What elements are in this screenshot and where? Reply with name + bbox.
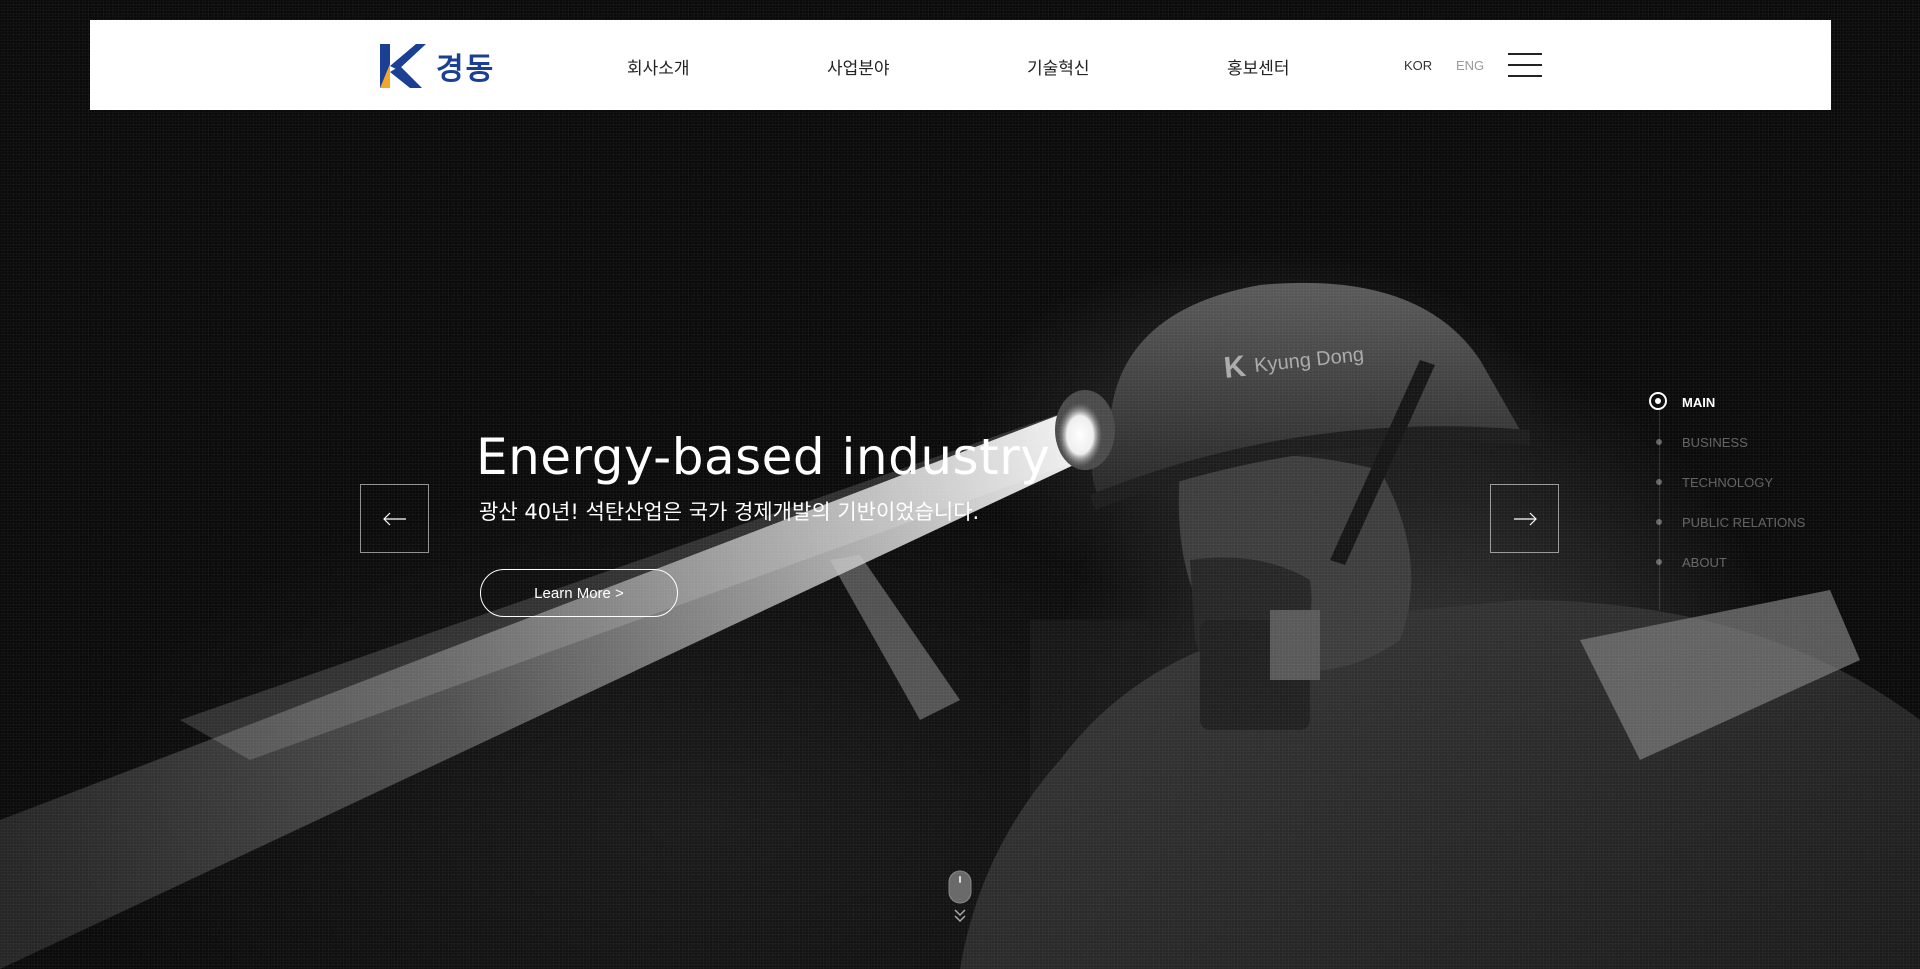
mouse-scroll-icon[interactable] bbox=[948, 870, 972, 926]
hero-subtitle: 광산 40년! 석탄산업은 국가 경제개발의 기반이었습니다. bbox=[479, 500, 980, 524]
svg-text:K: K bbox=[1222, 350, 1247, 385]
arrow-left-icon bbox=[382, 512, 406, 525]
pager-item-public-relations[interactable]: PUBLIC RELATIONS bbox=[1640, 510, 1805, 534]
pager-item-technology[interactable]: TECHNOLOGY bbox=[1640, 470, 1773, 494]
arrow-right-icon bbox=[1513, 512, 1537, 525]
pager-label: ABOUT bbox=[1682, 554, 1727, 570]
lang-eng-link[interactable]: ENG bbox=[1456, 58, 1484, 73]
nav-item-technology[interactable]: 기술혁신 bbox=[1027, 54, 1090, 79]
nav-item-business[interactable]: 사업분야 bbox=[827, 54, 890, 79]
pager-label: MAIN bbox=[1682, 394, 1716, 410]
dot-icon bbox=[1656, 519, 1662, 525]
dot-icon bbox=[1656, 479, 1662, 485]
pager-label: TECHNOLOGY bbox=[1682, 474, 1774, 490]
pager-item-business[interactable]: BUSINESS bbox=[1640, 430, 1748, 454]
dot-icon bbox=[1656, 439, 1662, 445]
active-dot-icon bbox=[1649, 392, 1667, 410]
hero-title: Energy-based industry bbox=[476, 428, 1051, 486]
dot-icon bbox=[1656, 559, 1662, 565]
pager-item-about[interactable]: ABOUT bbox=[1640, 550, 1727, 574]
lang-kor-link[interactable]: KOR bbox=[1404, 58, 1432, 73]
nav-item-pr-center[interactable]: 홍보센터 bbox=[1227, 54, 1290, 79]
pager-item-main[interactable]: MAIN bbox=[1640, 390, 1715, 414]
pager-label: BUSINESS bbox=[1682, 434, 1748, 450]
hamburger-icon[interactable] bbox=[1508, 53, 1542, 77]
slider-prev-button[interactable] bbox=[360, 484, 429, 553]
hero-section: Kyung Dong K 경동 회사소개 사업분야 기술혁신 홍보센터 KOR … bbox=[0, 0, 1920, 969]
site-header: 경동 회사소개 사업분야 기술혁신 홍보센터 KOR ENG bbox=[90, 20, 1831, 110]
slider-next-button[interactable] bbox=[1490, 484, 1559, 553]
main-nav: 회사소개 사업분야 기술혁신 홍보센터 bbox=[90, 20, 1831, 110]
nav-item-company[interactable]: 회사소개 bbox=[627, 54, 690, 79]
learn-more-button[interactable]: Learn More > bbox=[480, 569, 678, 617]
pager-label: PUBLIC RELATIONS bbox=[1682, 514, 1806, 530]
